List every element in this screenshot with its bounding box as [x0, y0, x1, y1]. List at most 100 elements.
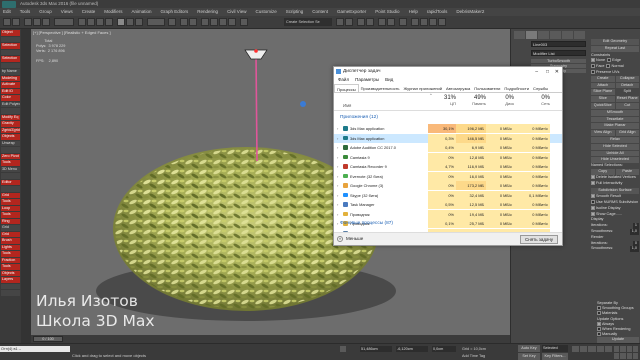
tab-details[interactable]: Подробности [502, 84, 531, 92]
isoline-display-checkbox[interactable] [591, 205, 595, 210]
add-time-tag[interactable]: Add Time Tag [462, 354, 485, 358]
constraint-normal-radio[interactable] [606, 64, 611, 69]
attach-button[interactable]: Attach [591, 82, 615, 89]
tab-app-history[interactable]: Журнал приложений [402, 84, 444, 92]
unlink-icon[interactable] [33, 18, 41, 26]
menu-tools[interactable]: Tools [20, 8, 31, 16]
lb-item-17[interactable]: Unwrap [1, 140, 20, 146]
lb-item-32[interactable]: Brush [1, 238, 20, 244]
coord-z-field[interactable]: 0,0cm [432, 346, 456, 352]
display-smoothness-value[interactable]: 1,0 [629, 228, 639, 235]
rect-selection-icon[interactable] [96, 18, 104, 26]
coord-x-field[interactable]: 51,486cm [360, 346, 392, 352]
coord-y-field[interactable]: -6,120cm [396, 346, 428, 352]
lb-item-3[interactable] [1, 49, 20, 55]
update-always-radio[interactable] [597, 321, 601, 326]
tab-services[interactable]: Службы [531, 84, 550, 92]
hierarchy-tab-icon[interactable] [538, 31, 549, 39]
lb-item-34[interactable]: Tools [1, 251, 20, 257]
lb-item-19[interactable]: Zero Pivot [1, 153, 20, 159]
selected-dropdown[interactable]: Selected [542, 345, 568, 352]
make-planar-button[interactable]: Make Planar [591, 123, 639, 130]
lb-item-1[interactable] [1, 36, 20, 42]
lb-item-37[interactable]: Objects [1, 270, 20, 276]
menu-gameexporter[interactable]: GameExporter [337, 8, 366, 16]
app-logo-icon[interactable] [2, 0, 16, 8]
render-smoothness-value[interactable]: 1,0 [629, 246, 639, 253]
spinner-snap-icon[interactable] [228, 18, 236, 26]
gizmo-center[interactable] [300, 101, 306, 107]
view-align-button[interactable]: View Align [591, 130, 615, 136]
hide-selected-button[interactable]: Hide Selected [591, 143, 639, 150]
set-key-button[interactable]: Set Key [518, 353, 540, 360]
lb-item-26[interactable]: Tools [1, 199, 20, 205]
tab-performance[interactable]: Производительность [359, 84, 402, 92]
lb-item-36[interactable]: Tools [1, 264, 20, 270]
msmooth-button[interactable]: MSmooth [591, 109, 639, 116]
tab-users[interactable]: Пользователи [472, 84, 502, 92]
create-button[interactable]: Create [591, 75, 615, 82]
menu-modifiers[interactable]: Modifiers [104, 8, 122, 16]
lb-item-4[interactable]: Selection [1, 56, 20, 62]
cut-button[interactable]: Cut [615, 102, 639, 109]
render-setup-icon[interactable] [411, 18, 419, 26]
menu-views[interactable]: Views [61, 8, 73, 16]
lb-item-28[interactable]: Tools [1, 212, 20, 218]
tab-startup[interactable]: Автозагрузка [444, 84, 472, 92]
delete-isolated-checkbox[interactable] [591, 174, 595, 179]
ref-coord-icon[interactable] [147, 18, 165, 26]
lb-item-31[interactable]: Grid [1, 231, 20, 237]
display-tab-icon[interactable] [562, 31, 573, 39]
rotate-icon[interactable] [126, 18, 134, 26]
detach-button[interactable]: Detach [615, 82, 639, 89]
preserve-uvs-checkbox[interactable] [591, 69, 595, 74]
process-row[interactable]: › Task Manager 0,5% 12,5 МБ 0 МБ/с 0 Мбит/с [334, 200, 562, 209]
material-editor-icon[interactable] [399, 18, 407, 26]
render-production-icon[interactable] [429, 18, 437, 26]
menu-rendering[interactable]: Rendering [197, 8, 218, 16]
lb-item-10[interactable]: Color [1, 95, 20, 101]
lb-item-5[interactable] [1, 62, 20, 68]
lock-selection-icon[interactable] [340, 346, 346, 352]
col-net-header[interactable]: 0% Сеть [514, 95, 550, 111]
zoom-extents-icon[interactable] [626, 346, 632, 352]
move-icon[interactable] [117, 18, 125, 26]
lb-item-24[interactable] [1, 186, 20, 192]
process-row[interactable]: › Evernote (32 бита) 0% 16,0 МБ 0 МБ/с 0 Мбит… [334, 171, 562, 181]
expand-chevron-icon[interactable]: › [337, 172, 338, 181]
process-row[interactable]: › Adobe Audition CC 2017.0 0,4% 6,9 МБ 0 МБ/… [334, 143, 562, 152]
tm-minimize-icon[interactable]: – [535, 68, 538, 77]
layer-explorer-icon[interactable] [357, 18, 365, 26]
select-link-icon[interactable] [24, 18, 32, 26]
process-row[interactable]: › Skype (32 бита) 0% 32,4 МБ 0 МБ/с 0,1 Мбит/… [334, 190, 562, 200]
tm-maximize-icon[interactable]: □ [546, 68, 549, 77]
lb-item-2[interactable]: Selection [1, 43, 20, 49]
lb-item-14[interactable]: Gravity [1, 121, 20, 127]
teapot-icon[interactable] [438, 18, 446, 26]
menu-rapidtools[interactable]: rapidTools [427, 8, 448, 16]
toggle-ribbon-icon[interactable] [366, 18, 374, 26]
undo-icon[interactable] [3, 18, 11, 26]
quickslice-button[interactable]: QuickSlice [591, 102, 615, 109]
menu-scripting[interactable]: Scripting [286, 8, 304, 16]
less-details-link[interactable]: Меньше [346, 236, 363, 241]
lb-item-9[interactable]: Edit ID [1, 88, 20, 94]
selection-set-dropdown[interactable]: Create Selection Se [284, 18, 332, 26]
pan-icon[interactable] [620, 353, 626, 359]
object-name-field[interactable]: Line003 [531, 41, 586, 47]
orbit-icon[interactable] [626, 353, 632, 359]
process-row[interactable]: › Google Chrome (3) 0% 173,2 МБ 0 МБ/с 0 Мбит… [334, 181, 562, 190]
menu-help[interactable]: Help [409, 8, 418, 16]
lb-item-35[interactable]: Fraction [1, 257, 20, 263]
keyboard-shortcut-icon[interactable] [189, 18, 197, 26]
modifier-turbosmooth-button[interactable]: TurboSmooth [531, 59, 586, 63]
tab-processes[interactable]: Процессы [334, 84, 359, 92]
lb-item-16[interactable]: Objects [1, 134, 20, 140]
col-name-header[interactable]: Имя [343, 103, 351, 108]
tessellate-button[interactable]: Tessellate [591, 116, 639, 123]
angle-snap-icon[interactable] [210, 18, 218, 26]
constraint-none-radio[interactable] [591, 58, 595, 63]
lb-item-25[interactable]: Grid [1, 192, 20, 198]
lb-item-11[interactable]: Edit Polyed [1, 101, 20, 107]
collapse-button[interactable]: Collapse [615, 75, 639, 82]
